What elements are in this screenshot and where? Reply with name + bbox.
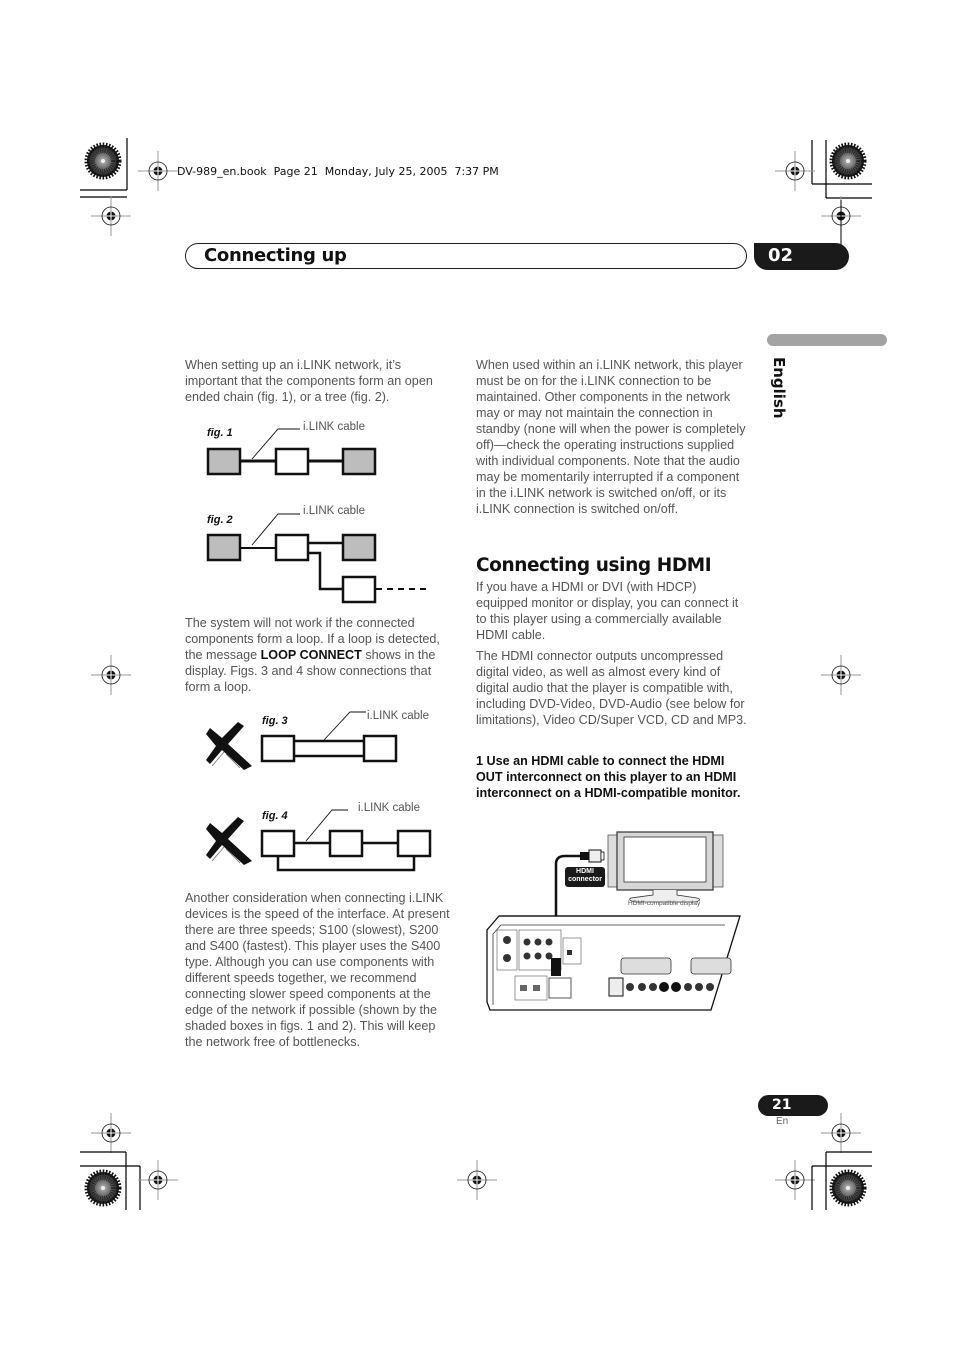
fig1-node-shaded — [341, 447, 377, 476]
fig4-x-icon — [206, 817, 252, 865]
registration-mark — [456, 1159, 498, 1201]
fig1-label: fig. 1 — [207, 427, 233, 439]
chapter-header: Connecting up — [185, 243, 747, 269]
fig3-x-icon — [206, 722, 252, 770]
fig3-callout-line — [323, 711, 366, 741]
registration-mark — [90, 654, 132, 696]
fig4-node — [328, 829, 364, 858]
step-1-instruction: 1 Use an HDMI cable to connect the HDMI … — [476, 754, 741, 800]
hdmi-section-heading: Connecting using HDMI — [476, 555, 712, 576]
fig2-node-shaded — [341, 533, 377, 562]
fig1-node-shaded — [206, 447, 242, 476]
fig3-node — [362, 734, 398, 763]
registration-mark — [90, 195, 132, 237]
chapter-title: Connecting up — [204, 245, 347, 266]
fig2-cable-label: i.LINK cable — [303, 505, 366, 517]
standby-text: When used within an i.LINK network, this… — [476, 358, 746, 516]
loop-paragraph: The system will not work if the connecte… — [185, 616, 440, 694]
registration-mark — [137, 1159, 179, 1201]
fig2-node — [341, 575, 377, 604]
language-tab-bar — [767, 334, 887, 346]
dvd-player-rear-panel — [486, 915, 741, 1011]
starburst-top-right — [832, 145, 864, 177]
registration-mark — [820, 1112, 862, 1154]
loop-connect-message: LOOP CONNECT — [260, 648, 362, 662]
registration-mark — [820, 654, 862, 696]
fig2-node — [274, 533, 310, 562]
hdmi-connector-label: HDMI connector — [568, 868, 602, 883]
fig3-cable-label: i.LINK cable — [367, 710, 430, 722]
language-label: English — [770, 357, 788, 419]
starburst-bottom-right — [832, 1172, 864, 1204]
starburst-bottom-left — [87, 1172, 119, 1204]
hdmi-connection-illustration — [486, 831, 741, 1011]
fig1-cable-label: i.LINK cable — [303, 421, 366, 433]
intro-text: When setting up an i.LINK network, it’s … — [185, 358, 433, 404]
hdmi-paragraph-1: If you have a HDMI or DVI (with HDCP) eq… — [476, 580, 739, 642]
hdmi-paragraph-2: The HDMI connector outputs uncompressed … — [476, 649, 747, 727]
registration-mark — [90, 1112, 132, 1154]
intro-paragraph: When setting up an i.LINK network, it’s … — [185, 357, 455, 410]
chapter-number-badge: 02 — [754, 243, 849, 270]
registration-mark — [774, 1159, 816, 1201]
display-caption: HDMI-compatible display — [628, 900, 701, 907]
hdmi-plug-icon — [580, 849, 605, 863]
fig4-node — [396, 829, 432, 858]
fig2-label: fig. 2 — [207, 514, 233, 526]
fig4-label: fig. 4 — [262, 810, 288, 822]
fig2-diagram — [206, 513, 430, 604]
starburst-top-left — [87, 145, 119, 177]
fig1-node — [274, 447, 310, 476]
tv-display-icon — [607, 831, 724, 903]
page-number-badge: 21 — [758, 1095, 828, 1116]
hdmi-paragraphs: If you have a HDMI or DVI (with HDCP) eq… — [476, 579, 748, 733]
fig4-cable-label: i.LINK cable — [358, 802, 421, 814]
fig2-node-shaded — [206, 533, 242, 562]
fig3-label: fig. 3 — [262, 715, 288, 727]
figures-3-4 — [206, 711, 432, 872]
speed-text: Another consideration when connecting i.… — [185, 891, 450, 1049]
chapter-number: 02 — [768, 245, 794, 266]
fig4-node — [260, 829, 296, 858]
registration-mark — [774, 150, 816, 192]
fig3-node — [260, 734, 296, 763]
fig1-diagram — [206, 428, 377, 476]
page-language-code: En — [776, 1116, 789, 1127]
registration-mark — [137, 150, 179, 192]
speed-paragraph: Another consideration when connecting i.… — [185, 890, 455, 1055]
page-number: 21 — [772, 1097, 792, 1113]
print-slug: DV-989_en.book Page 21 Monday, July 25, … — [177, 165, 499, 178]
standby-paragraph: When used within an i.LINK network, this… — [476, 357, 746, 522]
